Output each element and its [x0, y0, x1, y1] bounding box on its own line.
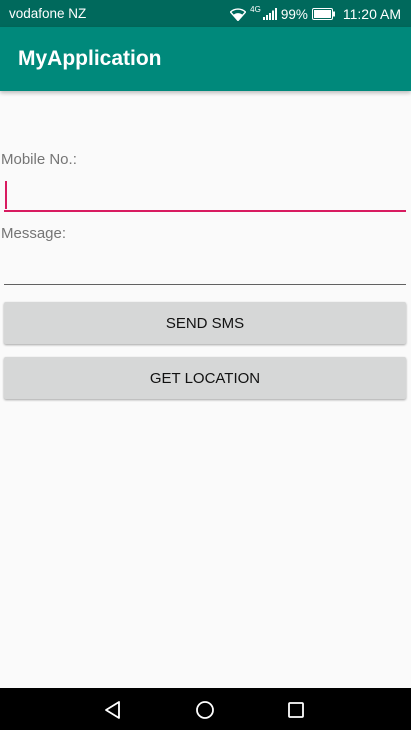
status-bar: vodafone NZ 4G 99% 11:20 AM [0, 0, 411, 27]
message-input[interactable] [4, 253, 406, 285]
mobile-input[interactable] [4, 180, 406, 212]
carrier-name: vodafone NZ [9, 6, 87, 21]
network-type: 4G [250, 4, 261, 14]
text-cursor [5, 181, 7, 209]
recents-square-icon[interactable] [285, 699, 307, 721]
message-label: Message: [1, 225, 67, 242]
battery-percent: 99% [280, 6, 308, 22]
signal-icon [262, 8, 277, 20]
wifi-icon [230, 7, 247, 21]
status-time: 11:20 AM [342, 6, 401, 22]
home-circle-icon[interactable] [194, 699, 216, 721]
app-bar: MyApplication [0, 27, 411, 91]
status-icons: 4G 99% 11:20 AM [230, 4, 401, 24]
back-triangle-icon[interactable] [103, 699, 125, 721]
navigation-bar [0, 688, 411, 730]
get-location-button[interactable]: GET LOCATION [4, 357, 406, 399]
battery-icon [311, 8, 336, 20]
send-sms-button[interactable]: SEND SMS [4, 302, 406, 344]
mobile-label: Mobile No.: [1, 151, 77, 168]
app-title: MyApplication [18, 47, 162, 70]
